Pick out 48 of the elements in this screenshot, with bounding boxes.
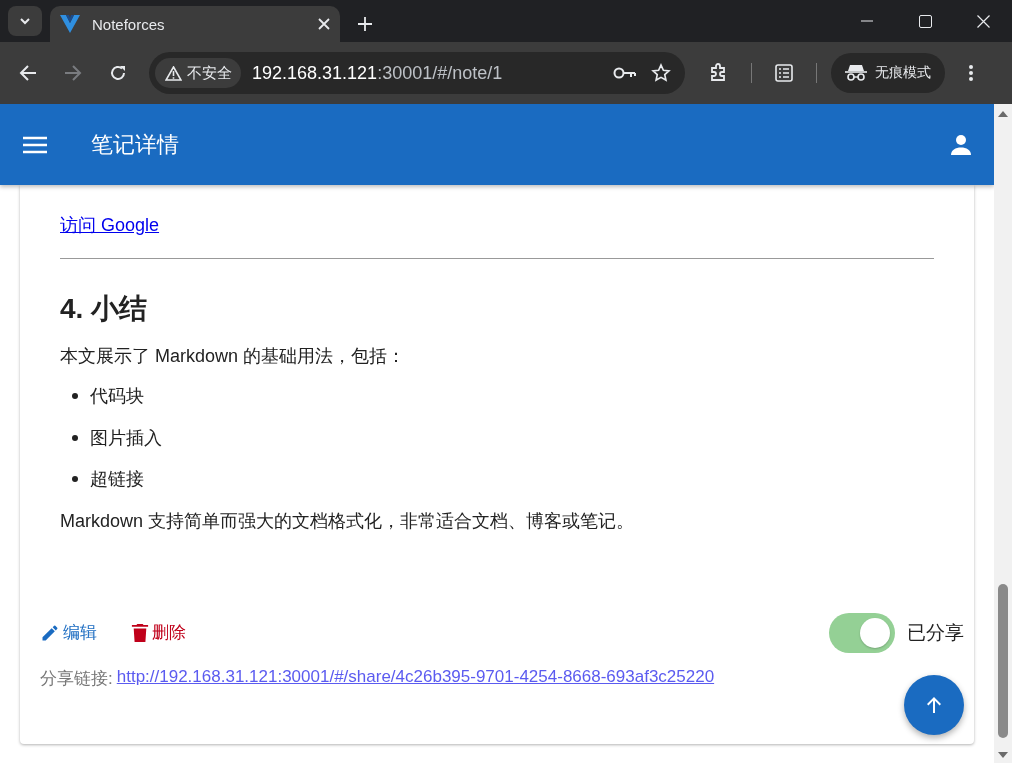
address-bar[interactable]: 不安全 192.168.31.121:30001/#/note/1	[149, 52, 685, 94]
reload-icon	[109, 64, 127, 82]
incognito-icon	[845, 64, 867, 82]
section-heading: 4. 小结	[60, 292, 149, 326]
google-link[interactable]: 访问 Google	[60, 215, 160, 235]
share-link-label: 分享链接:	[40, 667, 113, 690]
v-logo-icon	[60, 15, 80, 33]
edit-button[interactable]: 编辑	[40, 617, 97, 648]
star-icon	[651, 63, 671, 83]
bullet-icon	[72, 476, 78, 482]
list-item: 超链接	[90, 468, 144, 491]
scroll-down-icon[interactable]	[998, 751, 1008, 759]
tab-title: Noteforces	[92, 15, 166, 33]
delete-button[interactable]: 删除	[131, 617, 186, 648]
bullet-icon	[72, 434, 78, 441]
warning-icon	[165, 65, 182, 81]
paragraph: 本文展示了 Markdown 的基础用法，包括：	[60, 345, 407, 368]
close-icon	[976, 14, 990, 28]
close-icon	[318, 18, 330, 30]
scroll-up-icon[interactable]	[998, 110, 1008, 118]
arrow-left-icon	[19, 64, 37, 82]
security-chip[interactable]: 不安全	[155, 58, 241, 88]
menu-icon	[22, 134, 48, 155]
plus-icon	[358, 17, 372, 31]
list-item: 代码块	[90, 385, 144, 408]
more-vertical-icon	[969, 65, 973, 81]
share-link[interactable]: http://192.168.31.121:30001/#/share/4c26b395-9701-4254-8668-693af3c25220	[116, 666, 715, 690]
list-icon	[775, 64, 793, 82]
share-status-label: 已分享	[907, 620, 964, 645]
account-button[interactable]	[950, 133, 972, 156]
arrow-right-icon	[64, 64, 82, 82]
browser-tab[interactable]: Noteforces	[50, 6, 340, 42]
trash-icon	[131, 622, 149, 643]
page-title: 笔记详情	[91, 130, 180, 159]
url-text: 192.168.31.121:30001/#/note/1	[252, 62, 504, 84]
share-toggle[interactable]	[829, 612, 895, 653]
maximize-icon	[918, 14, 932, 28]
key-icon	[613, 67, 637, 79]
tab-search-button[interactable]	[8, 6, 42, 36]
close-tab-button[interactable]	[318, 18, 330, 30]
list-item: 图片插入	[90, 426, 162, 450]
person-icon	[950, 133, 972, 156]
paragraph: Markdown 支持简单而强大的文档格式化，非常适合文档、博客或笔记。	[60, 509, 636, 533]
scrollbar-thumb[interactable]	[998, 584, 1008, 738]
incognito-profile-button[interactable]: 无痕模式	[831, 53, 945, 93]
menu-button[interactable]	[22, 134, 48, 155]
bullet-icon	[72, 393, 78, 399]
minimize-icon	[861, 20, 873, 22]
